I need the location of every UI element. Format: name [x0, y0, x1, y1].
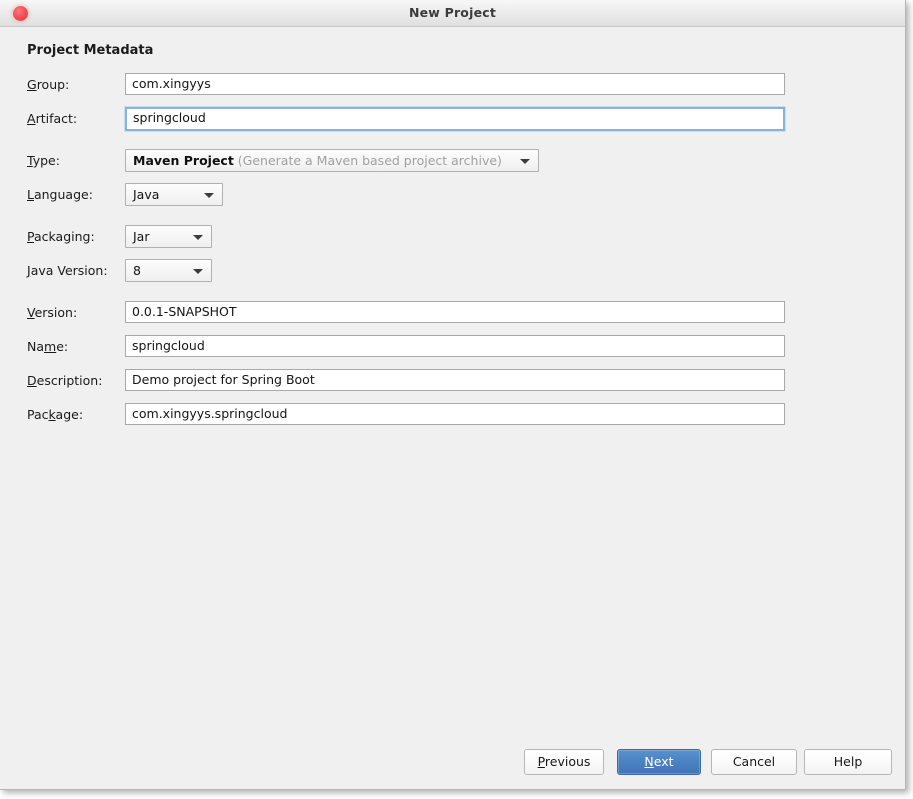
group-input[interactable]: com.xingyys [125, 73, 785, 95]
chevron-down-icon [204, 192, 214, 198]
java-version-value: 8 [133, 263, 141, 278]
type-dropdown[interactable]: Maven Project (Generate a Maven based pr… [125, 149, 539, 172]
label-description: Description: [27, 373, 103, 388]
chevron-down-icon [193, 268, 203, 274]
field-row-package: Package: com.xingyys.springcloud [27, 403, 785, 427]
help-button[interactable]: Help [804, 749, 892, 775]
field-row-description: Description: Demo project for Spring Boo… [27, 369, 785, 393]
field-row-java-version: Java Version: 8 [27, 259, 257, 283]
label-packaging: Packaging: [27, 229, 95, 244]
java-version-dropdown[interactable]: 8 [125, 259, 212, 282]
language-value: Java [133, 187, 160, 202]
field-row-artifact: Artifact: springcloud [27, 107, 785, 131]
name-input[interactable]: springcloud [125, 335, 785, 357]
artifact-input[interactable]: springcloud [125, 107, 785, 131]
field-row-type: Type: Maven Project (Generate a Maven ba… [27, 149, 547, 173]
field-row-group: Group: com.xingyys [27, 73, 785, 97]
package-input[interactable]: com.xingyys.springcloud [125, 403, 785, 425]
field-row-language: Language: Java [27, 183, 257, 207]
type-value: Maven Project [133, 153, 234, 168]
language-dropdown[interactable]: Java [125, 183, 223, 206]
new-project-dialog: New Project Project Metadata Group: com.… [0, 0, 906, 790]
label-version: Version: [27, 305, 78, 320]
field-row-name: Name: springcloud [27, 335, 785, 359]
label-package: Package: [27, 407, 84, 422]
window-title: New Project [408, 5, 497, 20]
section-title-project-metadata: Project Metadata [27, 43, 154, 58]
packaging-value: Jar [133, 229, 150, 244]
label-artifact: Artifact: [27, 111, 78, 126]
packaging-dropdown[interactable]: Jar [125, 225, 212, 248]
next-button[interactable]: Next [617, 749, 701, 775]
previous-button[interactable]: Previous [524, 749, 604, 775]
dialog-button-bar: Previous Next Cancel Help [0, 749, 905, 775]
label-type: Type: [27, 153, 60, 168]
dialog-content: Project Metadata Group: com.xingyys Arti… [0, 27, 905, 789]
version-input[interactable]: 0.0.1-SNAPSHOT [125, 301, 785, 323]
chevron-down-icon [193, 234, 203, 240]
label-language: Language: [27, 187, 93, 202]
label-name: Name: [27, 339, 69, 354]
cancel-button[interactable]: Cancel [711, 749, 797, 775]
type-value-hint: (Generate a Maven based project archive) [237, 153, 502, 168]
label-group: Group: [27, 77, 70, 92]
field-row-version: Version: 0.0.1-SNAPSHOT [27, 301, 785, 325]
title-bar: New Project [0, 0, 905, 27]
chevron-down-icon [520, 158, 530, 164]
field-row-packaging: Packaging: Jar [27, 225, 257, 249]
description-input[interactable]: Demo project for Spring Boot [125, 369, 785, 391]
label-java-version: Java Version: [27, 263, 108, 278]
